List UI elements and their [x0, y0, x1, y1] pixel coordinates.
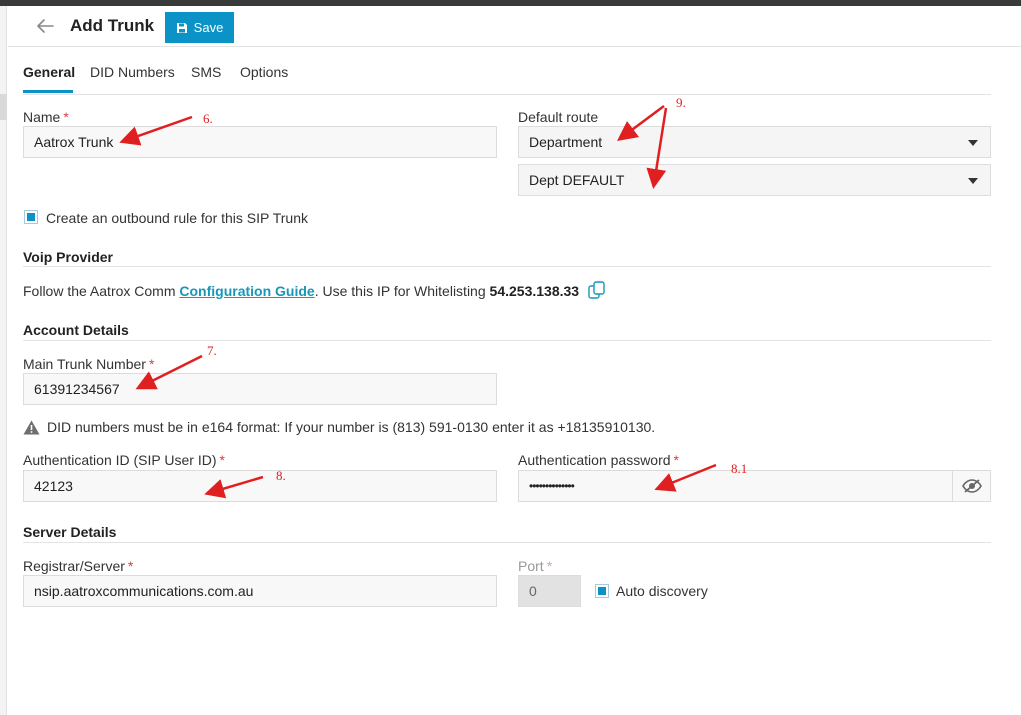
annotation-label-6: 6.	[203, 111, 213, 126]
auth-password-input[interactable]: ••••••••••••••	[518, 470, 991, 502]
voip-info-text: Follow the Aatrox Comm Configuration Gui…	[23, 281, 607, 299]
toggle-password-visibility-button[interactable]	[952, 471, 990, 501]
warning-icon	[23, 420, 40, 434]
voip-section-title: Voip Provider	[23, 249, 113, 265]
auto-discovery-checkbox[interactable]	[595, 584, 609, 598]
save-button[interactable]: Save	[165, 12, 234, 43]
copy-icon[interactable]	[587, 281, 607, 299]
port-input[interactable]: 0	[518, 575, 581, 607]
configuration-guide-link[interactable]: Configuration Guide	[179, 283, 314, 299]
back-arrow-icon[interactable]	[34, 15, 56, 37]
section-divider	[23, 542, 991, 543]
page-title: Add Trunk	[70, 16, 155, 35]
registrar-label: Registrar/Server *	[23, 558, 134, 574]
left-sidebar-strip	[0, 6, 7, 715]
whitelist-ip: 54.253.138.33	[489, 283, 580, 299]
port-label: Port *	[518, 558, 553, 574]
auth-id-input[interactable]: 42123	[23, 470, 497, 502]
auth-password-label: Authentication password *	[518, 452, 679, 468]
chevron-down-icon	[968, 140, 978, 146]
annotation-label-7: 7.	[207, 343, 217, 358]
outbound-rule-label: Create an outbound rule for this SIP Tru…	[46, 210, 309, 226]
did-format-hint: DID numbers must be in e164 format: If y…	[23, 419, 655, 435]
eye-slash-icon	[961, 479, 982, 493]
outbound-rule-checkbox[interactable]	[24, 210, 38, 224]
section-divider	[23, 266, 991, 267]
main-trunk-number-label: Main Trunk Number *	[23, 356, 155, 372]
auth-id-label: Authentication ID (SIP User ID) *	[23, 452, 225, 468]
active-tab-indicator	[23, 90, 73, 93]
name-label: Name *	[23, 109, 69, 125]
annotation-label-9: 9.	[676, 95, 686, 110]
page-header: Add Trunk Save	[8, 6, 1021, 47]
tab-bar: General DID Numbers SMS Options	[23, 53, 991, 95]
registrar-input[interactable]: nsip.aatroxcommunications.com.au	[23, 575, 497, 607]
annotation-label-8-1: 8.1	[731, 461, 748, 476]
floppy-disk-icon	[176, 22, 187, 33]
chevron-down-icon	[968, 178, 978, 184]
annotation-label-8: 8.	[276, 468, 286, 483]
section-divider	[23, 340, 991, 341]
sidebar-marker	[0, 94, 7, 120]
name-input[interactable]: Aatrox Trunk	[23, 126, 497, 158]
save-button-label: Save	[193, 20, 224, 35]
default-route-label: Default route	[518, 109, 599, 125]
route-type-select[interactable]: Department	[518, 126, 991, 158]
tab-did-numbers[interactable]: DID Numbers	[90, 64, 175, 80]
account-section-title: Account Details	[23, 322, 129, 338]
auto-discovery-label: Auto discovery	[616, 583, 708, 599]
route-target-select[interactable]: Dept DEFAULT	[518, 164, 991, 196]
main-trunk-number-input[interactable]: 61391234567	[23, 373, 497, 405]
server-section-title: Server Details	[23, 524, 117, 540]
tab-general[interactable]: General	[23, 64, 75, 80]
tab-sms[interactable]: SMS	[191, 64, 221, 80]
tab-options[interactable]: Options	[240, 64, 288, 80]
